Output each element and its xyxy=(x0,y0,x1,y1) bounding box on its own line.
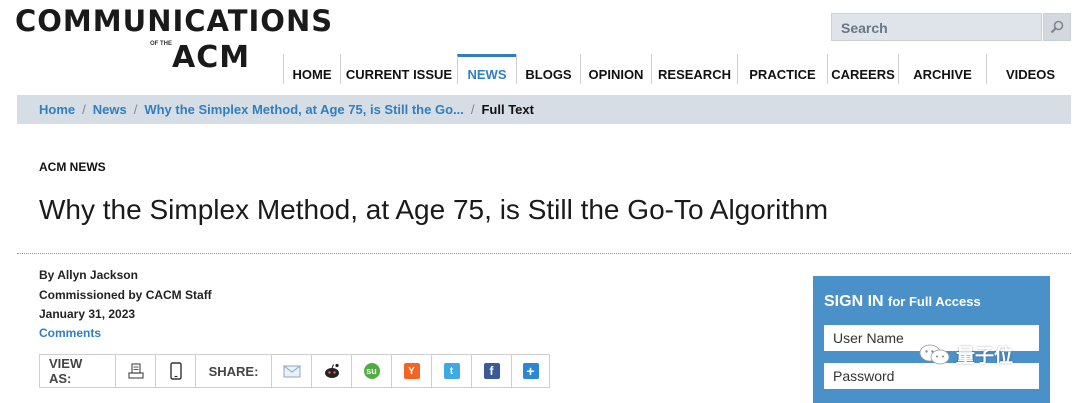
breadcrumb-separator: / xyxy=(133,102,138,117)
sign-in-panel: SIGN IN for Full Access User Name Passwo… xyxy=(813,276,1050,403)
breadcrumb-separator: / xyxy=(470,102,475,117)
article-author: By Allyn Jackson xyxy=(39,268,138,282)
print-icon xyxy=(127,363,144,379)
site-logo-acm[interactable]: ACM xyxy=(172,40,250,75)
search-icon xyxy=(1050,20,1064,34)
sign-in-heading: SIGN IN xyxy=(824,293,884,310)
share-label-cell: SHARE: xyxy=(196,355,272,387)
nav-opinion[interactable]: OPINION xyxy=(580,54,651,84)
mobile-view-button[interactable] xyxy=(156,355,196,387)
nav-news[interactable]: NEWS xyxy=(457,54,516,84)
hackernews-icon: Y xyxy=(403,363,420,379)
site-logo-ofthe: OF THE xyxy=(150,41,172,47)
nav-archive[interactable]: ARCHIVE xyxy=(898,54,986,84)
article-date: January 31, 2023 xyxy=(39,307,136,321)
share-facebook-button[interactable]: f xyxy=(472,355,512,387)
email-icon xyxy=(283,365,300,377)
twitter-icon: t xyxy=(443,363,460,379)
breadcrumb-home[interactable]: Home xyxy=(39,102,75,117)
article-commissioned: Commissioned by CACM Staff xyxy=(39,288,212,302)
share-hackernews-button[interactable]: Y xyxy=(392,355,432,387)
search-button[interactable] xyxy=(1043,13,1071,41)
article-title: Why the Simplex Method, at Age 75, is St… xyxy=(39,194,829,225)
section-label: ACM NEWS xyxy=(39,160,106,174)
nav-videos[interactable]: VIDEOS xyxy=(986,54,1074,84)
site-logo-title[interactable]: COMMUNICATIONS xyxy=(15,4,333,38)
nav-home[interactable]: HOME xyxy=(283,54,340,84)
print-button[interactable] xyxy=(116,355,156,387)
wechat-icon xyxy=(919,344,950,364)
stumbleupon-icon: su xyxy=(363,363,380,379)
share-label: SHARE: xyxy=(208,363,259,379)
search-input[interactable]: Search xyxy=(831,13,1042,41)
nav-practice[interactable]: PRACTICE xyxy=(737,54,827,84)
addthis-icon: + xyxy=(522,363,539,379)
mobile-icon xyxy=(169,362,182,380)
share-toolbar: VIEW AS: SHARE: su Y t f + xyxy=(39,354,550,388)
breadcrumb-separator: / xyxy=(82,102,86,117)
share-twitter-button[interactable]: t xyxy=(432,355,472,387)
view-as-label-cell: VIEW AS: xyxy=(40,355,116,387)
nav-current-issue[interactable]: CURRENT ISSUE xyxy=(340,54,457,84)
breadcrumb-current: Full Text xyxy=(481,102,534,117)
watermark-text: 量子位 xyxy=(956,346,1014,367)
watermark: 量子位 xyxy=(918,341,1013,368)
facebook-icon: f xyxy=(483,363,500,379)
divider xyxy=(17,253,1071,254)
share-addthis-button[interactable]: + xyxy=(512,355,549,387)
nav-research[interactable]: RESEARCH xyxy=(651,54,737,84)
breadcrumb-article[interactable]: Why the Simplex Method, at Age 75, is St… xyxy=(144,102,464,117)
share-reddit-button[interactable] xyxy=(312,355,352,387)
share-email-button[interactable] xyxy=(272,355,312,387)
breadcrumb: Home / News / Why the Simplex Method, at… xyxy=(17,95,1071,124)
reddit-icon xyxy=(324,363,339,378)
comments-link[interactable]: Comments xyxy=(39,326,101,340)
sign-in-subheading: for Full Access xyxy=(888,294,981,309)
main-nav: HOME CURRENT ISSUE NEWS BLOGS OPINION RE… xyxy=(283,54,1074,84)
share-stumbleupon-button[interactable]: su xyxy=(352,355,392,387)
breadcrumb-news[interactable]: News xyxy=(93,102,127,117)
nav-careers[interactable]: CAREERS xyxy=(827,54,898,84)
nav-blogs[interactable]: BLOGS xyxy=(516,54,580,84)
sign-in-title: SIGN IN for Full Access xyxy=(824,293,981,311)
view-as-label: VIEW AS: xyxy=(49,356,83,386)
